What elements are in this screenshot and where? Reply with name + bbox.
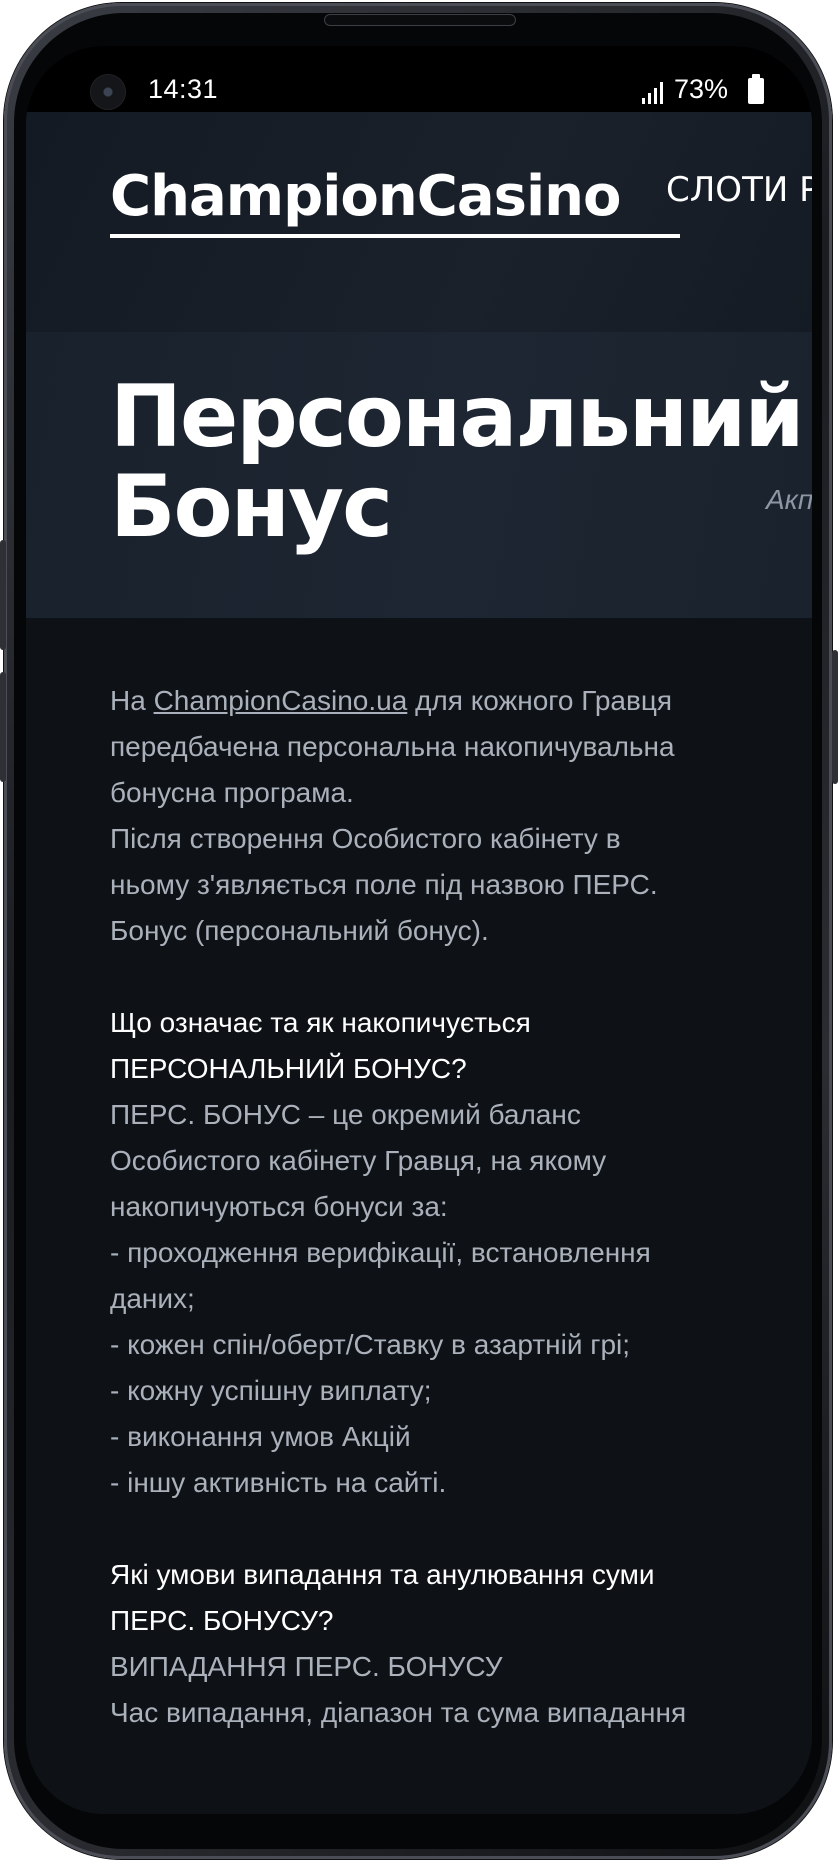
nav-item-slots[interactable]: СЛОТИ РУ — [666, 170, 812, 210]
faq-question-2: Які умови випадання та анулювання суми — [110, 1559, 655, 1590]
power-button — [832, 650, 838, 784]
hero-side-tag[interactable]: Акп — [766, 484, 812, 516]
earpiece-speaker — [324, 14, 516, 26]
faq-bonus-conditions: Які умови випадання та анулювання суми П… — [110, 1552, 750, 1736]
logo-part-champion: Champion — [110, 164, 418, 229]
page-title: Персональний Бонус — [110, 367, 805, 557]
article-intro: На ChampionCasino.ua для кожного Гравця … — [110, 685, 675, 946]
article-section: На ChampionCasino.ua для кожного Гравця … — [26, 618, 812, 1814]
signal-icon — [642, 82, 663, 104]
battery-icon — [748, 74, 764, 104]
site-logo[interactable]: ChampionCasino — [110, 164, 621, 238]
front-camera-icon — [90, 74, 126, 110]
phone-screen: 14:31 73% ChampionCasino СЛОТИ РУ Персон… — [26, 46, 812, 1814]
faq-question-1: Що означає та як накопичується — [110, 1007, 531, 1038]
logo-underline — [110, 234, 680, 238]
battery-percent: 73% — [674, 74, 729, 104]
status-bar: 14:31 73% — [26, 46, 812, 112]
article-body: На ChampionCasino.ua для кожного Гравця … — [110, 678, 750, 1782]
page-title-line-2: Бонус — [110, 457, 393, 557]
page-title-line-1: Персональний — [110, 367, 805, 467]
logo-part-casino: Casino — [416, 164, 622, 229]
volume-button — [0, 540, 6, 650]
volume-button-lower — [0, 672, 6, 782]
status-time: 14:31 — [148, 74, 219, 104]
faq-personal-bonus: Що означає та як накопичується ПЕРСОНАЛЬ… — [110, 1000, 750, 1506]
hero-banner: Персональний Бонус Акп — [26, 332, 812, 618]
site-header: ChampionCasino СЛОТИ РУ — [26, 112, 812, 332]
champion-casino-link[interactable]: ChampionCasino.ua — [154, 685, 408, 716]
